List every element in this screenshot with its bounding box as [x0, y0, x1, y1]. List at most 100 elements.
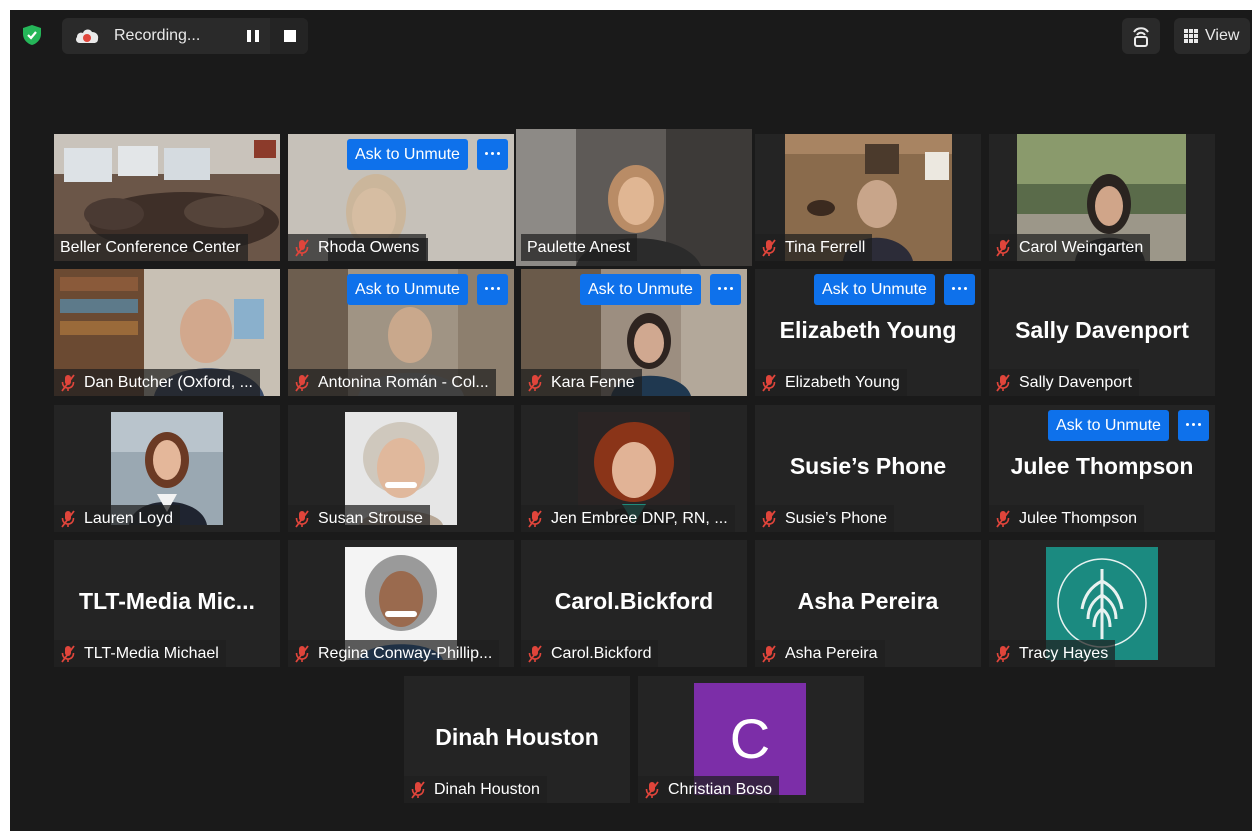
- grid-view-icon: [1184, 29, 1198, 43]
- participant-name-tag: Regina Conway-Phillip...: [288, 640, 500, 667]
- microphone-muted-icon: [60, 374, 76, 392]
- microphone-muted-icon: [527, 645, 543, 663]
- more-dot: [958, 287, 961, 290]
- wifi-connection-icon: [1133, 27, 1149, 47]
- pause-icon-bar: [255, 30, 259, 42]
- more-dot: [497, 152, 500, 155]
- participant-tile-susan[interactable]: Susan Strouse: [288, 405, 514, 532]
- participant-name-tag: Julee Thompson: [989, 505, 1144, 532]
- participant-name: Christian Boso: [668, 781, 773, 798]
- more-options-button[interactable]: [710, 274, 741, 305]
- participant-name-tag: Lauren Loyd: [54, 505, 180, 532]
- ask-to-unmute-button[interactable]: Ask to Unmute: [347, 139, 468, 170]
- participant-tile-jen[interactable]: Jen Embree DNP, RN, ...: [521, 405, 747, 532]
- participant-display-name: Sally Davenport: [1015, 317, 1189, 343]
- participant-name: Jen Embree DNP, RN, ...: [551, 510, 728, 527]
- pause-recording-button[interactable]: [244, 28, 262, 44]
- participant-name: Elizabeth Young: [785, 374, 900, 391]
- participant-display-name: Susie’s Phone: [789, 453, 947, 479]
- participant-tile-julee[interactable]: Julee Thompson Ask to Unmute Julee Thomp…: [989, 405, 1215, 532]
- more-dots-icon: [485, 152, 488, 155]
- participant-name-tag: Dan Butcher (Oxford, ...: [54, 369, 260, 396]
- more-options-button[interactable]: [477, 274, 508, 305]
- participant-name-tag: Tina Ferrell: [755, 234, 873, 261]
- more-dot: [730, 287, 733, 290]
- connection-button[interactable]: [1122, 18, 1160, 54]
- pause-icon: [247, 30, 251, 42]
- participant-name: Beller Conference Center: [60, 239, 241, 256]
- participant-tile-dinah[interactable]: Dinah Houston Dinah Houston: [404, 676, 630, 803]
- more-options-button[interactable]: [1178, 410, 1209, 441]
- view-button[interactable]: View: [1174, 18, 1250, 54]
- participant-display-name: Dinah Houston: [435, 724, 599, 750]
- participant-name: Susan Strouse: [318, 510, 423, 527]
- participant-name: Carol.Bickford: [551, 645, 652, 662]
- participant-name: Tracy Hayes: [1019, 645, 1109, 662]
- ask-to-unmute-button[interactable]: Ask to Unmute: [347, 274, 468, 305]
- microphone-muted-icon: [294, 239, 310, 257]
- participant-name-tag: TLT-Media Michael: [54, 640, 226, 667]
- participant-tile-tracy[interactable]: Tracy Hayes: [989, 540, 1215, 667]
- more-dot: [491, 287, 494, 290]
- participant-name-tag: Jen Embree DNP, RN, ...: [521, 505, 735, 532]
- microphone-muted-icon: [761, 239, 777, 257]
- participant-tile-tina[interactable]: Tina Ferrell: [755, 134, 981, 261]
- participant-tile-beller[interactable]: Beller Conference Center: [54, 134, 280, 261]
- microphone-muted-icon: [527, 374, 543, 392]
- participant-tile-antonina[interactable]: Ask to Unmute Antonina Román - Col...: [288, 269, 514, 396]
- participant-display-name: Julee Thompson: [1010, 453, 1194, 479]
- more-dot: [1192, 423, 1195, 426]
- participant-tile-susie[interactable]: Susie’s Phone Susie’s Phone: [755, 405, 981, 532]
- participant-tile-lauren[interactable]: Lauren Loyd: [54, 405, 280, 532]
- participant-tile-elizabeth[interactable]: Elizabeth Young Ask to Unmute Elizabeth …: [755, 269, 981, 396]
- security-shield-icon[interactable]: [22, 24, 42, 46]
- participant-name: Antonina Román - Col...: [318, 374, 489, 391]
- participant-tile-kara[interactable]: Ask to Unmute Kara Fenne: [521, 269, 747, 396]
- participant-tile-dan[interactable]: Dan Butcher (Oxford, ...: [54, 269, 280, 396]
- participant-name-tag: Carol.Bickford: [521, 640, 659, 667]
- participant-name: Sally Davenport: [1019, 374, 1132, 391]
- participant-name-tag: Elizabeth Young: [755, 369, 907, 396]
- more-dots-icon: [1186, 423, 1189, 426]
- participant-tile-paulette-active-speaker[interactable]: Paulette Anest: [516, 129, 752, 266]
- participant-tile-asha[interactable]: Asha Pereira Asha Pereira: [755, 540, 981, 667]
- ask-to-unmute-button[interactable]: Ask to Unmute: [1048, 410, 1169, 441]
- participant-display-name: Asha Pereira: [797, 588, 939, 614]
- recording-indicator: Recording...: [62, 18, 308, 54]
- participant-tile-regina[interactable]: Regina Conway-Phillip...: [288, 540, 514, 667]
- microphone-muted-icon: [294, 510, 310, 528]
- participant-name: Regina Conway-Phillip...: [318, 645, 493, 662]
- more-dot: [497, 287, 500, 290]
- participant-name: Julee Thompson: [1019, 510, 1137, 527]
- microphone-muted-icon: [527, 510, 543, 528]
- ask-to-unmute-button[interactable]: Ask to Unmute: [580, 274, 701, 305]
- microphone-muted-icon: [995, 239, 1011, 257]
- view-label: View: [1205, 27, 1240, 44]
- ask-to-unmute-button[interactable]: Ask to Unmute: [814, 274, 935, 305]
- stop-recording-button[interactable]: [270, 18, 308, 54]
- participant-tile-rhoda[interactable]: Ask to Unmute Rhoda Owens: [288, 134, 514, 261]
- meeting-window: Recording... View Beller Conference Cent…: [10, 10, 1252, 831]
- microphone-muted-icon: [60, 645, 76, 663]
- participant-name-tag: Sally Davenport: [989, 369, 1139, 396]
- participant-name-tag: Rhoda Owens: [288, 234, 427, 261]
- participant-name-tag: Tracy Hayes: [989, 640, 1116, 667]
- more-options-button[interactable]: [944, 274, 975, 305]
- participant-tile-sally[interactable]: Sally Davenport Sally Davenport: [989, 269, 1215, 396]
- participant-name: Tina Ferrell: [785, 239, 866, 256]
- participant-tile-carol-bickford[interactable]: Carol.Bickford Carol.Bickford: [521, 540, 747, 667]
- participant-tile-carol-weingarten[interactable]: Carol Weingarten: [989, 134, 1215, 261]
- participant-tile-tlt-media[interactable]: TLT-Media Mic... TLT-Media Michael: [54, 540, 280, 667]
- participant-name: Carol Weingarten: [1019, 239, 1144, 256]
- participant-name-tag: Paulette Anest: [521, 234, 638, 261]
- microphone-muted-icon: [995, 374, 1011, 392]
- more-dot: [724, 287, 727, 290]
- participant-tile-christian[interactable]: C Christian Boso: [638, 676, 864, 803]
- more-options-button[interactable]: [477, 139, 508, 170]
- microphone-muted-icon: [644, 781, 660, 799]
- participant-name-tag: Susan Strouse: [288, 505, 430, 532]
- participant-name: Asha Pereira: [785, 645, 878, 662]
- more-dots-icon: [485, 287, 488, 290]
- microphone-muted-icon: [761, 645, 777, 663]
- microphone-muted-icon: [761, 510, 777, 528]
